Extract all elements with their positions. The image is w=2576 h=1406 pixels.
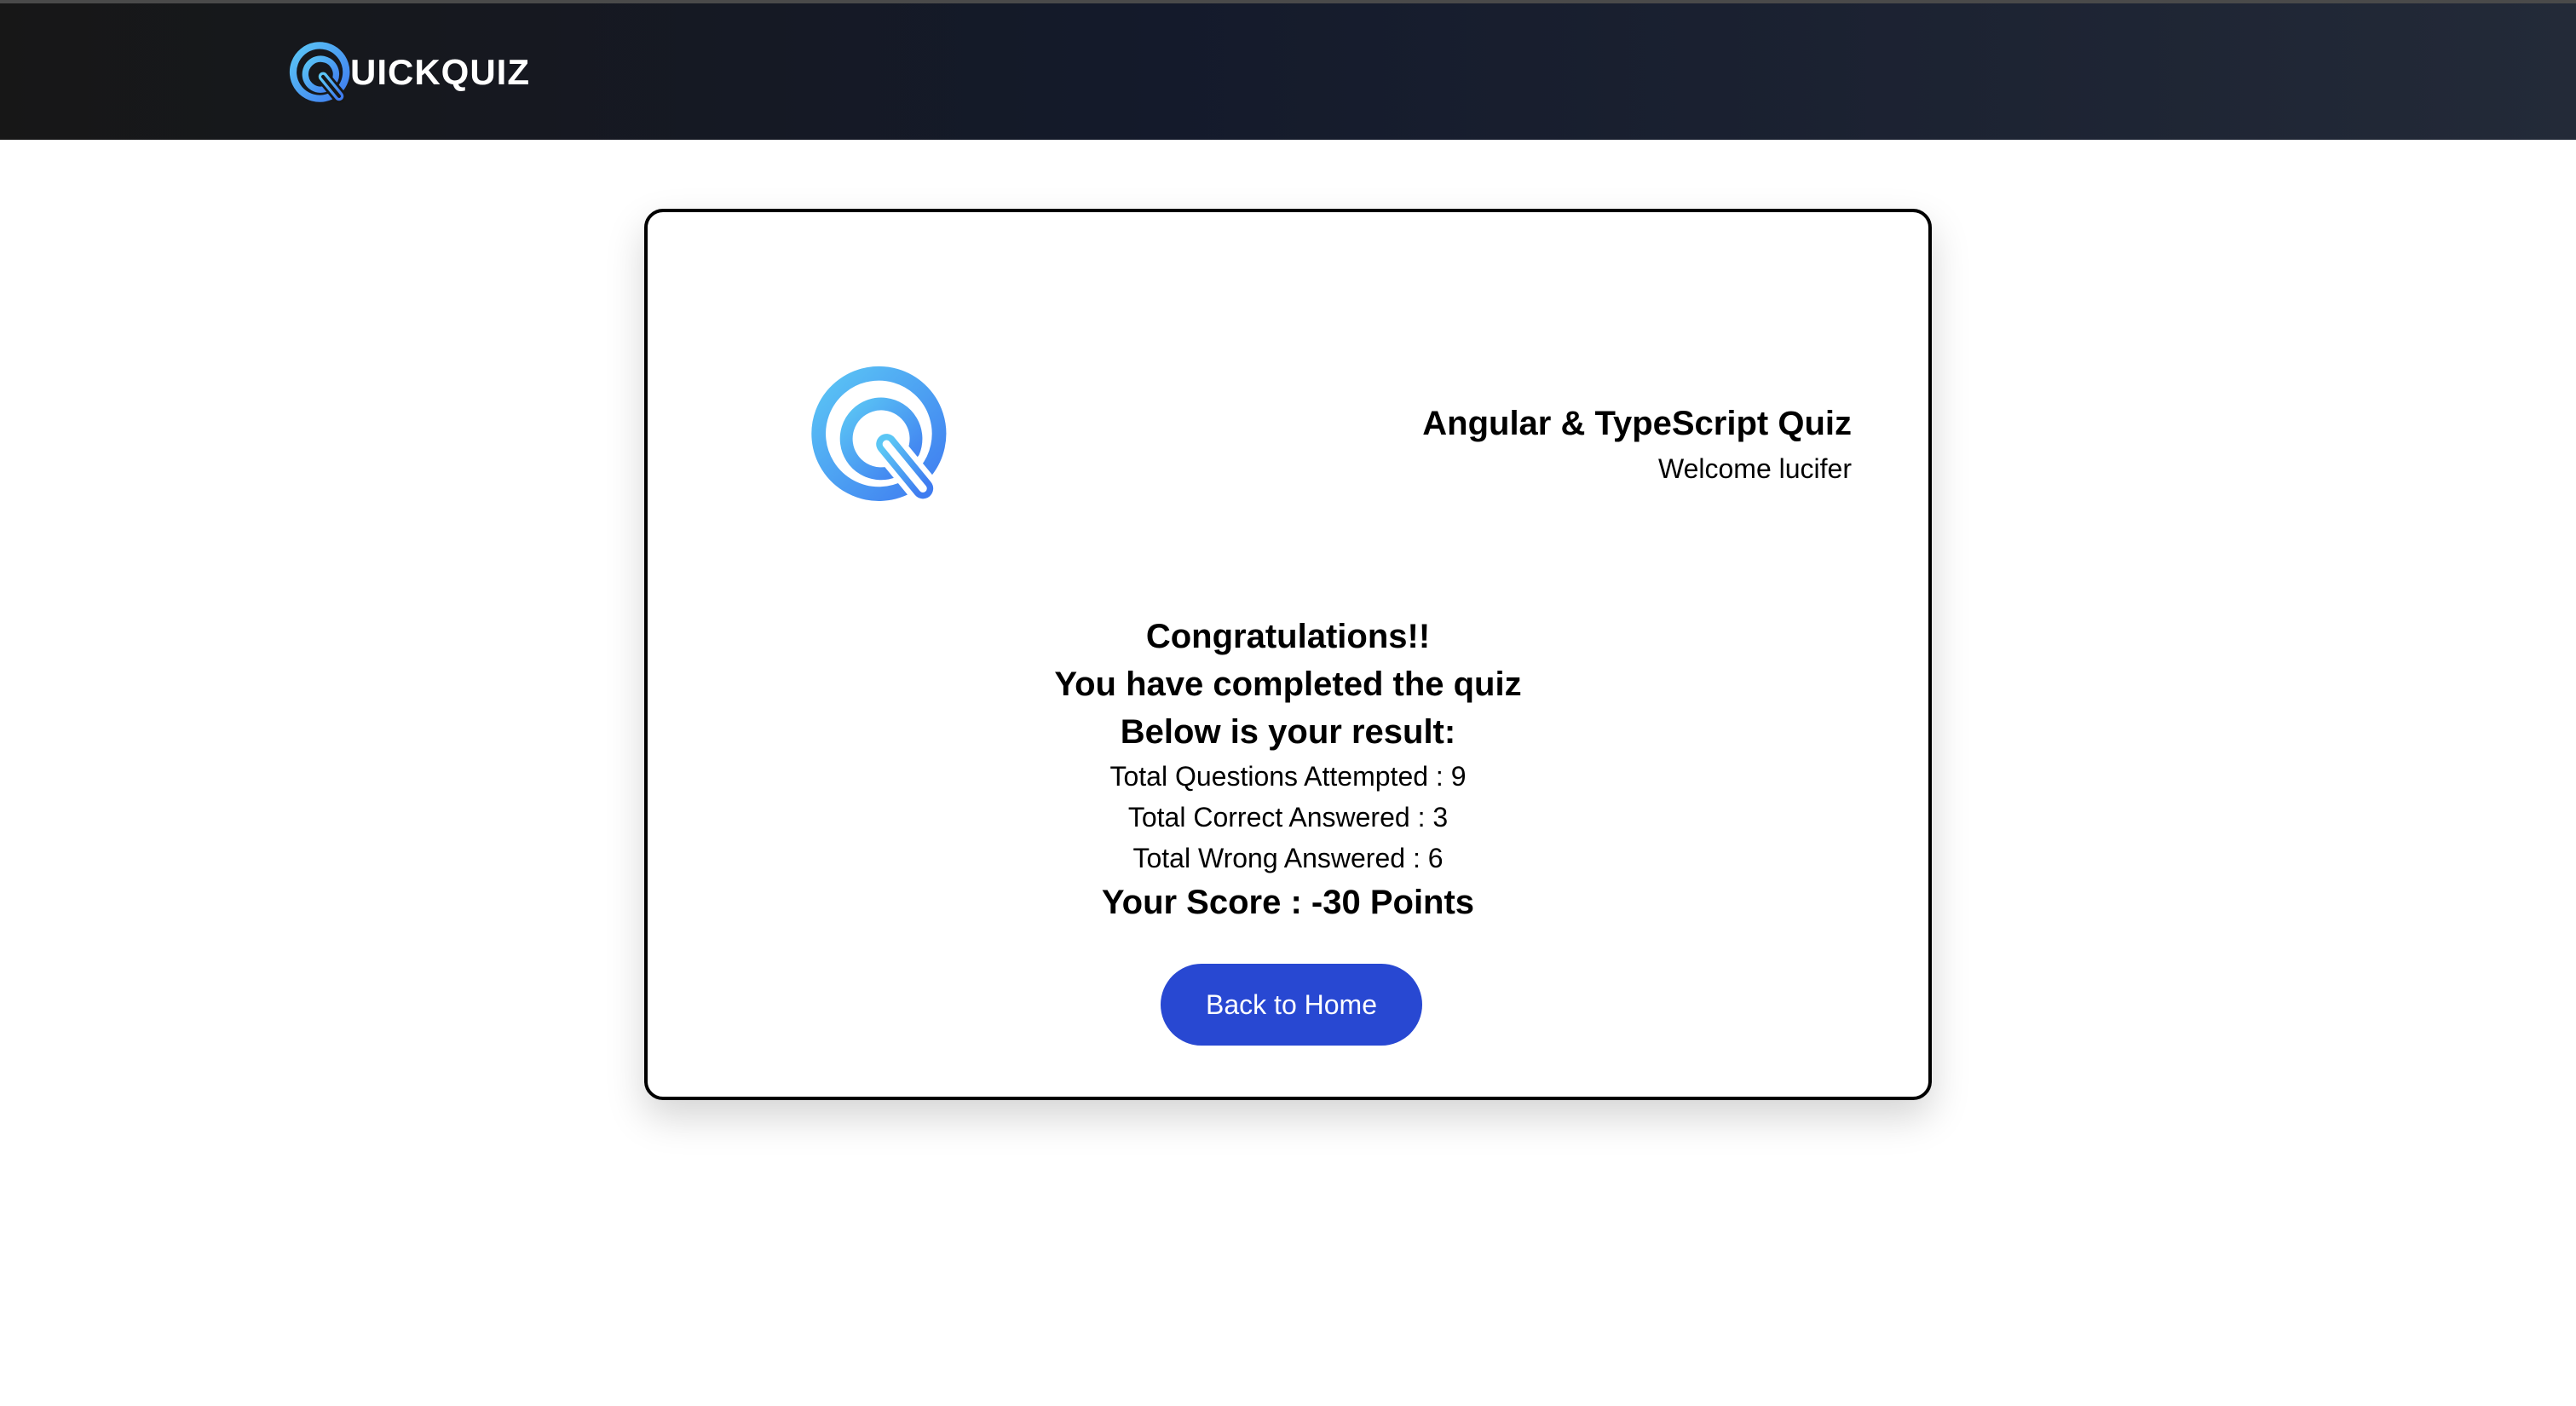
- questions-attempted: Total Questions Attempted : 9: [1109, 761, 1467, 792]
- wrong-answers: Total Wrong Answered : 6: [1132, 843, 1444, 873]
- congratulations-heading: Congratulations!!: [1145, 618, 1431, 655]
- top-navigation-bar: UICKQUIZ: [0, 0, 2576, 140]
- quiz-title: Angular & TypeScript Quiz: [1422, 405, 1852, 442]
- welcome-message: Welcome lucifer: [1657, 453, 1852, 484]
- quickquiz-brand-link[interactable]: UICKQUIZ: [285, 34, 530, 111]
- quickquiz-logo-icon: [289, 42, 350, 104]
- brand-name: UICKQUIZ: [350, 52, 530, 92]
- quiz-result-card: Angular & TypeScript Quiz Welcome lucife…: [644, 209, 1932, 1100]
- result-heading: Below is your result:: [1120, 713, 1456, 751]
- quickquiz-logo-icon: [811, 366, 947, 504]
- back-to-home-button[interactable]: Back to Home: [1161, 964, 1422, 1046]
- final-score: Your Score : -30 Points: [1101, 884, 1475, 921]
- correct-answers: Total Correct Answered : 3: [1127, 802, 1449, 833]
- completion-message: You have completed the quiz: [1054, 666, 1522, 703]
- quiz-result-summary: Congratulations!! You have completed the…: [648, 613, 1928, 926]
